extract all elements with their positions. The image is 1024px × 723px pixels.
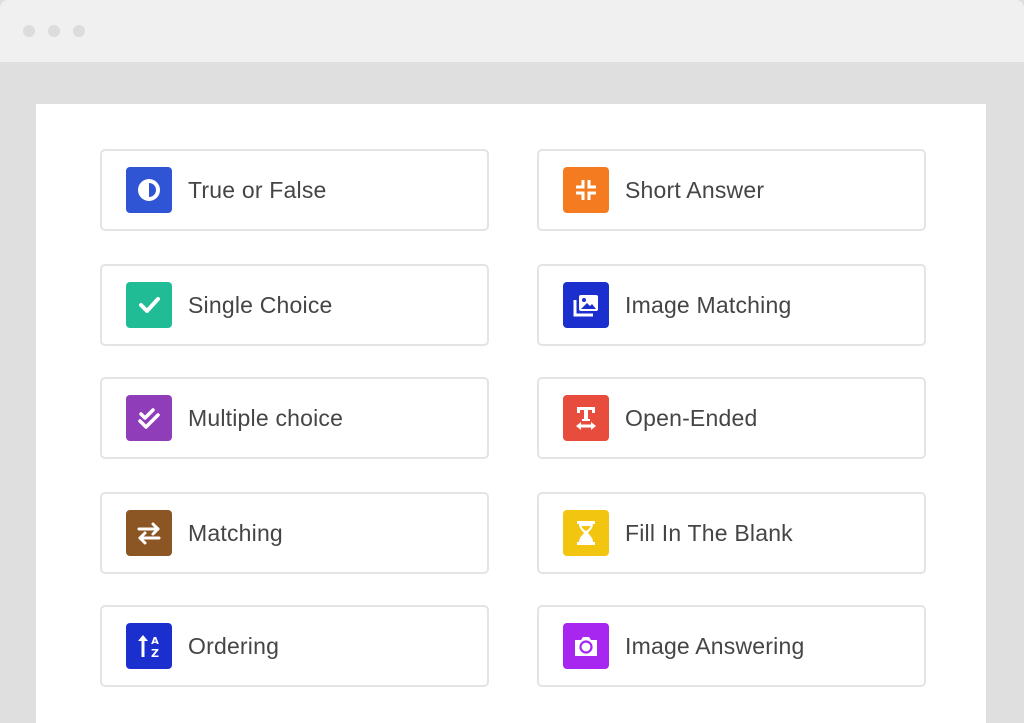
question-type-label: Single Choice [188,292,333,318]
compress-icon [563,167,609,213]
question-type-open-ended[interactable]: Open-Ended [537,377,926,459]
double-check-icon [126,395,172,441]
question-type-short-answer[interactable]: Short Answer [537,149,926,231]
question-type-image-matching[interactable]: Image Matching [537,264,926,346]
question-type-multiple-choice[interactable]: Multiple choice [100,377,489,459]
images-icon [563,282,609,328]
question-type-label: Ordering [188,633,280,659]
question-type-single-choice[interactable]: Single Choice [100,264,489,346]
svg-text:A: A [151,636,159,647]
check-icon [126,282,172,328]
half-circle-icon [126,167,172,213]
question-type-label: Fill In The Blank [625,520,793,546]
window-dot[interactable] [73,25,85,37]
window-titlebar [0,0,1024,62]
question-type-ordering[interactable]: AZ Ordering [100,605,489,687]
question-type-matching[interactable]: Matching [100,492,489,574]
camera-icon [563,623,609,669]
text-width-icon [563,395,609,441]
svg-text:Z: Z [151,647,159,660]
question-type-label: Image Matching [625,292,792,318]
window-dot[interactable] [48,25,60,37]
hourglass-icon [563,510,609,556]
exchange-arrows-icon [126,510,172,556]
question-type-image-answering[interactable]: Image Answering [537,605,926,687]
question-type-label: Matching [188,520,283,546]
sort-alpha-up-icon: AZ [126,623,172,669]
question-type-label: Short Answer [625,177,765,203]
question-type-fill-in-the-blank[interactable]: Fill In The Blank [537,492,926,574]
question-type-label: True or False [188,177,327,203]
window-dot[interactable] [23,25,35,37]
question-type-true-or-false[interactable]: True or False [100,149,489,231]
question-type-label: Multiple choice [188,405,344,431]
question-type-label: Image Answering [625,633,805,659]
question-type-label: Open-Ended [625,405,758,431]
